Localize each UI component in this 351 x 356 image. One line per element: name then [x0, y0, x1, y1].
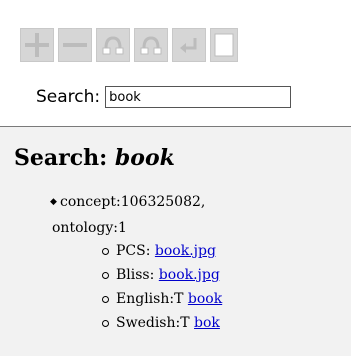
- concept-id: concept:106325082,: [60, 194, 206, 210]
- pcs-link[interactable]: book.jpg: [155, 243, 216, 259]
- link-up-right-icon: [140, 36, 162, 55]
- blank-page-icon: [214, 33, 234, 57]
- link-up-left-icon: [102, 36, 124, 55]
- list-item: PCS: book.jpg: [102, 239, 222, 263]
- english-link[interactable]: book: [188, 291, 222, 307]
- search-label: Search:: [36, 87, 101, 107]
- result-heading-prefix: Search:: [14, 145, 108, 171]
- enter-arrow-icon: [180, 38, 197, 53]
- concept-ontology: ontology:1: [52, 220, 127, 236]
- concept-details-list: PCS: book.jpg Bliss: book.jpg English:T …: [102, 239, 222, 335]
- top-panel: Search:: [0, 0, 351, 126]
- minus-icon: [63, 43, 87, 47]
- item-label: Swedish:T: [116, 315, 190, 331]
- diamond-bullet-icon: ◆: [50, 197, 57, 207]
- new-page-button[interactable]: [210, 28, 238, 62]
- swedish-link[interactable]: bok: [194, 315, 220, 331]
- toolbar: [20, 28, 238, 62]
- list-item: English:T book: [102, 287, 222, 311]
- circle-bullet-icon: [102, 320, 109, 327]
- search-row: Search:: [36, 86, 292, 108]
- plus-icon: [25, 33, 49, 57]
- item-label: English:T: [116, 291, 184, 307]
- concept-entry: ◆ concept:106325082, ontology:1: [50, 189, 206, 241]
- item-label: Bliss:: [116, 267, 155, 283]
- bliss-link[interactable]: book.jpg: [159, 267, 220, 283]
- enter-button[interactable]: [172, 28, 206, 62]
- circle-bullet-icon: [102, 248, 109, 255]
- remove-button[interactable]: [58, 28, 92, 62]
- list-item: Bliss: book.jpg: [102, 263, 222, 287]
- circle-bullet-icon: [102, 272, 109, 279]
- result-heading: Search: book: [14, 145, 175, 171]
- add-button[interactable]: [20, 28, 54, 62]
- result-panel: Search: book ◆ concept:106325082, ontolo…: [0, 126, 351, 356]
- result-heading-term: book: [114, 145, 175, 171]
- list-item: Swedish:T bok: [102, 311, 222, 335]
- circle-bullet-icon: [102, 296, 109, 303]
- link-parent-button[interactable]: [96, 28, 130, 62]
- item-label: PCS:: [116, 243, 151, 259]
- search-input[interactable]: [105, 86, 292, 108]
- link-child-button[interactable]: [134, 28, 168, 62]
